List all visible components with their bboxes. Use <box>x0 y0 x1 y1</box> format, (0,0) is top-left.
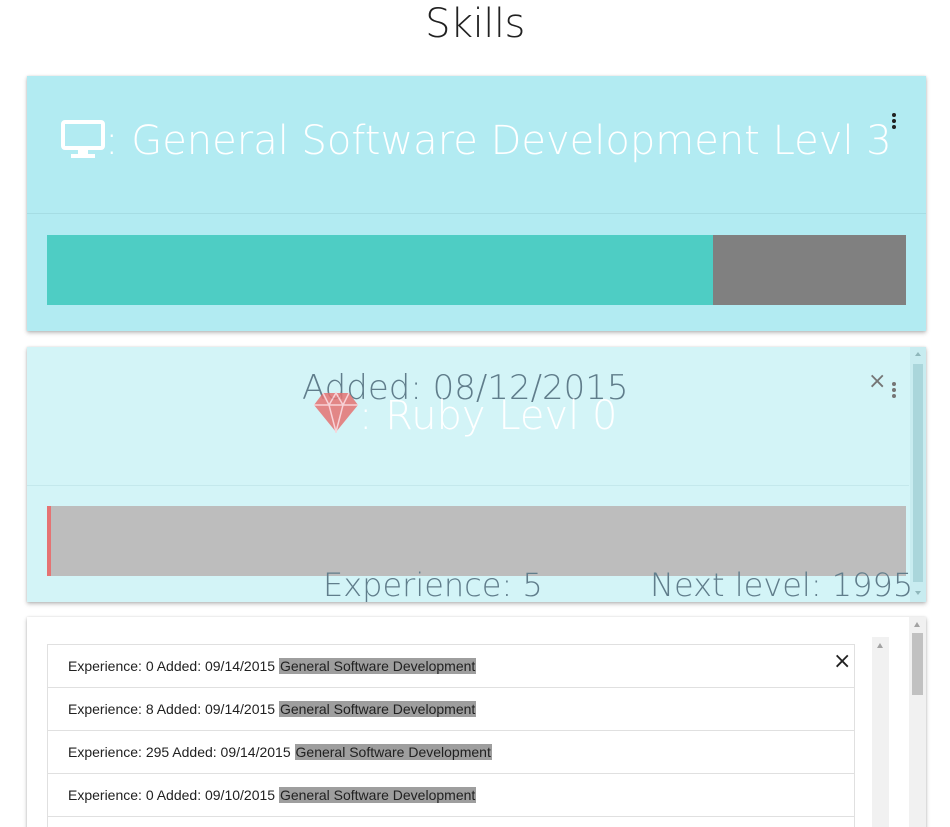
more-options-icon[interactable] <box>889 380 899 400</box>
skill-title: : General Software Development Levl 3 <box>105 118 892 164</box>
skill-card-general-software-development: : General Software Development Levl 3 <box>27 76 926 331</box>
scroll-thumb[interactable] <box>912 633 923 695</box>
history-item-text: Experience: 8 Added: 09/14/2015 <box>68 701 279 717</box>
scroll-down-arrow-icon[interactable] <box>915 591 921 595</box>
scroll-up-arrow-icon[interactable] <box>877 643 883 648</box>
skill-card-header: Added: 08/12/2015 : Ruby Levl 0 × <box>27 347 909 486</box>
close-icon[interactable]: × <box>833 651 851 673</box>
monitor-icon <box>61 120 105 158</box>
list-item: Experience: 0 Added: 09/14/2015 General … <box>48 645 854 688</box>
history-item-text: Experience: 295 Added: 09/14/2015 <box>68 744 295 760</box>
list-scrollbar[interactable] <box>872 637 889 827</box>
scroll-up-arrow-icon[interactable] <box>915 352 921 356</box>
page-title: Skills <box>425 1 525 47</box>
skill-title: : Ruby Levl 0 <box>359 393 618 439</box>
scroll-thumb[interactable] <box>913 364 923 582</box>
history-item-text: Experience: 0 Added: 09/10/2015 <box>68 787 279 803</box>
list-item: Experience: 295 Added: 09/14/2015 Genera… <box>48 731 854 774</box>
more-options-icon[interactable] <box>889 111 899 131</box>
next-level-text: Next level: 1995 <box>650 566 914 602</box>
skill-tag[interactable]: General Software Development <box>278 658 477 674</box>
skill-progress-bar <box>47 235 906 305</box>
ruby-icon <box>314 391 358 433</box>
history-item-text: Experience: 0 Added: 09/14/2015 <box>68 658 279 674</box>
card-scrollbar[interactable] <box>910 347 926 602</box>
skill-progress-fill <box>49 506 52 576</box>
close-icon[interactable]: × <box>868 371 886 393</box>
list-item: Experience: 0 Added: 09/10/2015 General … <box>48 774 854 817</box>
scroll-up-arrow-icon[interactable] <box>914 622 920 627</box>
skill-progress-fill <box>47 235 713 305</box>
experience-history-card: Experience: 0 Added: 09/14/2015 General … <box>27 617 926 827</box>
experience-text: Experience: 5 <box>323 566 543 602</box>
skill-tag[interactable]: General Software Development <box>278 787 477 803</box>
skill-card-header: : General Software Development Levl 3 <box>27 76 926 214</box>
list-item: Experience: 8 Added: 09/14/2015 General … <box>48 688 854 731</box>
skill-tag[interactable]: General Software Development <box>294 744 492 760</box>
skill-card-ruby: Added: 08/12/2015 : Ruby Levl 0 × Experi… <box>27 347 926 602</box>
skill-tag[interactable]: General Software Development <box>278 701 477 717</box>
list-item <box>48 817 854 827</box>
experience-history-list: Experience: 0 Added: 09/14/2015 General … <box>47 644 855 827</box>
page-scrollbar[interactable] <box>909 617 926 827</box>
